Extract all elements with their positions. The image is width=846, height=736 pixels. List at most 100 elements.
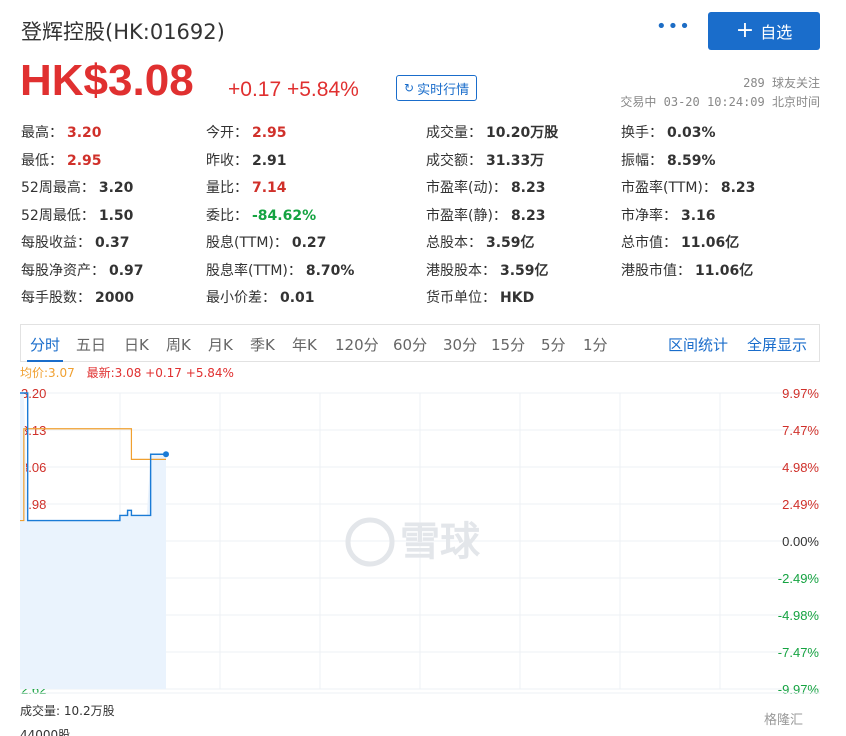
stat-item: 最高： 3.20: [21, 122, 102, 142]
stat-value: 2.91: [252, 152, 287, 169]
stat-key: 港股股本：: [426, 262, 496, 279]
realtime-quote-button[interactable]: ↻ 实时行情: [396, 75, 478, 101]
stat-item: 量比： 7.14: [206, 177, 287, 197]
current-price: HK$3.08: [20, 56, 194, 105]
stat-key: 振幅：: [621, 152, 663, 169]
y-tick-label-right: -2.49%: [778, 571, 820, 586]
tab-period[interactable]: 60分: [393, 334, 427, 355]
stat-key: 每手股数：: [21, 290, 91, 306]
tab-period[interactable]: 分时: [30, 334, 60, 355]
chart-period-tabs: 分时 五日 日K 周K 月K 季K 年K 120分 60分 30分 15分 5分 1分 区间统计 全屏显示: [20, 324, 820, 362]
stat-value: 0.37: [95, 235, 130, 251]
stat-key: 货币单位：: [426, 290, 496, 306]
plus-icon: +: [735, 18, 755, 43]
y-tick-label-right: 9.97%: [782, 386, 819, 401]
stat-key: 昨收：: [206, 152, 248, 169]
stat-key: 成交额：: [426, 152, 482, 169]
stat-value: 3.16: [681, 207, 716, 224]
stat-value: 0.27: [291, 235, 327, 251]
stat-key: 52周最低：: [21, 207, 95, 224]
tab-period[interactable]: 30分: [443, 334, 477, 355]
change-percent: +5.84%: [286, 78, 359, 101]
y-tick-label-right: 2.49%: [782, 497, 819, 512]
stat-key: 成交量：: [426, 125, 482, 141]
tab-period[interactable]: 日K: [124, 334, 149, 355]
y-tick-label-right: -4.98%: [778, 608, 820, 623]
stat-item: 货币单位： HKD: [426, 287, 534, 307]
stat-item: 换手： 0.03%: [621, 122, 716, 142]
stat-item: 成交量： 10.20万股: [426, 122, 558, 142]
stat-value: 2.95: [67, 152, 102, 169]
stat-item: 最低： 2.95: [21, 150, 102, 170]
stock-title: 登辉控股(HK:01692): [21, 20, 225, 44]
stat-value: 8.70%: [305, 262, 355, 279]
tab-period[interactable]: 季K: [250, 334, 275, 355]
stat-key: 市净率：: [621, 207, 677, 224]
stat-key: 每股收益：: [21, 235, 91, 251]
latest-price-legend: 最新:3.08 +0.17 +5.84%: [86, 366, 234, 380]
stat-key: 总股本：: [426, 235, 482, 251]
stat-item: 市盈率(TTM)： 8.23: [621, 177, 755, 197]
stat-value: 0.01: [280, 290, 315, 306]
more-options-icon[interactable]: •••: [656, 16, 691, 37]
stat-value: 0.03%: [667, 125, 716, 141]
add-watchlist-button[interactable]: + 自选: [708, 12, 820, 50]
tab-period[interactable]: 1分: [583, 334, 608, 355]
stat-value: 8.23: [510, 180, 546, 196]
y-tick-label-right: -9.97%: [778, 682, 820, 697]
tab-period[interactable]: 月K: [208, 334, 233, 355]
stat-value: 3.20: [67, 125, 102, 141]
stat-item: 今开： 2.95: [206, 122, 287, 142]
stat-item: 股息(TTM)： 0.27: [206, 232, 326, 252]
fullscreen-link[interactable]: 全屏显示: [747, 334, 807, 355]
tab-period[interactable]: 周K: [166, 334, 191, 355]
stat-item: 昨收： 2.91: [206, 150, 287, 170]
stat-key: 市盈率(TTM)：: [621, 180, 717, 196]
stat-value: 11.06亿: [695, 262, 754, 279]
stat-item: 市净率： 3.16: [621, 205, 716, 225]
stat-key: 总市值：: [621, 235, 677, 251]
stat-value: 11.06亿: [681, 235, 740, 251]
intraday-chart[interactable]: 3.209.97%3.137.47%3.064.98%2.982.49%2.91…: [0, 380, 846, 700]
price-change: +0.17 +5.84%: [228, 78, 359, 102]
tab-period[interactable]: 年K: [292, 334, 317, 355]
stat-value: HKD: [500, 290, 535, 306]
y-tick-label-right: 0.00%: [782, 534, 819, 549]
volume-label: 成交量: 10.2万股: [20, 704, 115, 718]
range-stats-link[interactable]: 区间统计: [668, 334, 728, 355]
tab-period[interactable]: 五日: [76, 334, 106, 355]
stat-key: 股息率(TTM)：: [206, 262, 302, 279]
xueqiu-watermark: 雪球: [400, 519, 481, 565]
stat-value: 3.59亿: [486, 235, 535, 251]
y-tick-label-right: 4.98%: [782, 460, 819, 475]
tab-period[interactable]: 5分: [541, 334, 566, 355]
trading-status: 交易中 03-20 10:24:09 北京时间: [620, 95, 820, 109]
y-tick-label-right: 7.47%: [782, 423, 819, 438]
stat-key: 最高：: [21, 125, 63, 141]
stat-key: 市盈率(动)：: [426, 180, 507, 196]
stat-key: 每股净资产：: [21, 262, 105, 279]
tab-period[interactable]: 120分: [335, 334, 379, 355]
stat-value: 7.14: [252, 180, 287, 196]
stat-item: 52周最高： 3.20: [21, 177, 133, 197]
stat-item: 每股收益： 0.37: [21, 232, 130, 252]
stat-value: 8.23: [510, 207, 546, 224]
stat-key: 最低：: [21, 152, 63, 169]
stat-key: 量比：: [206, 180, 248, 196]
stat-item: 最小价差： 0.01: [206, 287, 315, 307]
y-tick-label-right: -7.47%: [778, 645, 820, 660]
stat-key: 股息(TTM)：: [206, 235, 288, 251]
xueqiu-logo-icon: [345, 517, 395, 567]
tab-period[interactable]: 15分: [491, 334, 525, 355]
stat-item: 成交额： 31.33万: [426, 150, 544, 170]
stat-value: 3.20: [98, 180, 134, 196]
stat-item: 每股净资产： 0.97: [21, 260, 144, 280]
stat-value: 10.20万股: [486, 125, 559, 141]
chart-legend: 均价:3.07 最新:3.08 +0.17 +5.84%: [20, 364, 234, 381]
stat-item: 总股本： 3.59亿: [426, 232, 535, 252]
stat-value: 8.23: [720, 180, 756, 196]
avg-price-legend: 均价:3.07: [20, 366, 75, 380]
stat-key: 市盈率(静)：: [426, 207, 507, 224]
corner-watermark: 格隆汇: [764, 713, 804, 728]
stat-key: 委比：: [206, 207, 248, 224]
